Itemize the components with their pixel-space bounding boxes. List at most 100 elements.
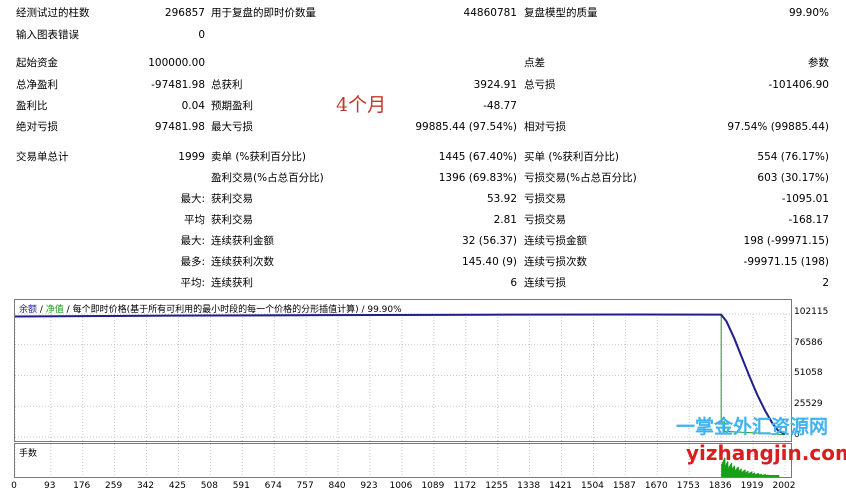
- x-tick-label: 1338: [517, 481, 541, 491]
- watermark-cn: 一掌金外汇资源网: [676, 416, 829, 438]
- expected-payoff-value: -48.77: [483, 100, 517, 112]
- loss-trades-value: 603 (30.17%): [757, 172, 829, 184]
- x-tick-label: 591: [232, 481, 250, 491]
- gross-loss-label: 总亏损: [524, 79, 556, 91]
- row1-2-label: 复盘模型的质量: [524, 7, 598, 19]
- average-profit-label: 获利交易: [211, 214, 253, 226]
- x-tick-label: 1919: [740, 481, 764, 491]
- net-profit-label: 总净盈利: [16, 79, 58, 91]
- input-errors-label: 输入图表错误: [16, 29, 79, 41]
- initial-deposit-label: 起始资金: [16, 57, 58, 69]
- gross-loss-value: -101406.90: [768, 79, 829, 91]
- x-tick-label: 1670: [644, 481, 668, 491]
- average-loss-value: -168.17: [788, 214, 829, 226]
- profit-trades-label: 盈利交易(%占总百分比): [211, 172, 324, 184]
- x-tick-label: 259: [105, 481, 123, 491]
- row1-1-label: 用于复盘的即时价数量: [211, 7, 316, 19]
- avg-cons-losses-label: 连续亏损: [524, 277, 566, 289]
- total-trades-value: 1999: [178, 151, 205, 163]
- largest-loss-label: 亏损交易: [524, 193, 566, 205]
- y-tick-label: 76586: [794, 337, 823, 348]
- y-tick-label: 25529: [794, 399, 823, 410]
- short-positions-label: 卖单 (%获利百分比): [211, 151, 307, 163]
- chart-plot: [15, 313, 791, 441]
- x-tick-label: 1836: [708, 481, 732, 491]
- x-tick-label: 757: [296, 481, 314, 491]
- avg-cons-wins-label: 连续获利: [211, 277, 253, 289]
- gross-profit-label: 总获利: [211, 79, 243, 91]
- avg-cons-wins-prefix: 平均:: [180, 277, 205, 289]
- abs-drawdown-label: 绝对亏损: [16, 121, 58, 133]
- x-tick-label: 674: [264, 481, 282, 491]
- rel-drawdown-value: 97.54% (99885.44): [727, 121, 829, 133]
- x-tick-label: 1504: [581, 481, 604, 491]
- largest-profit-prefix: 最大:: [180, 193, 205, 205]
- watermark-url: yizhangjin.com: [686, 441, 846, 465]
- spread-value: 参数: [808, 57, 829, 69]
- x-tick-label: 1089: [421, 481, 445, 491]
- x-tick-label: 923: [360, 481, 378, 491]
- x-tick-label: 840: [328, 481, 346, 491]
- max-cons-losses-money-value: 198 (-99971.15): [743, 235, 829, 247]
- long-positions-value: 554 (76.17%): [757, 151, 829, 163]
- rel-drawdown-label: 相对亏损: [524, 121, 566, 133]
- largest-loss-value: -1095.01: [781, 193, 829, 205]
- x-tick-label: 342: [136, 481, 155, 491]
- loss-trades-label: 亏损交易(%占总百分比): [524, 172, 637, 184]
- avg-cons-losses-value: 2: [822, 277, 829, 289]
- initial-deposit-value: 100000.00: [148, 57, 205, 69]
- long-positions-label: 买单 (%获利百分比): [524, 151, 620, 163]
- gross-profit-value: 3924.91: [473, 79, 517, 91]
- average-loss-label: 亏损交易: [524, 214, 566, 226]
- spread-label: 点差: [524, 57, 545, 69]
- max-cons-loss-count-label: 连续亏损次数: [524, 256, 587, 268]
- max-cons-wins-money-value: 32 (56.37): [462, 235, 517, 247]
- total-trades-label: 交易单总计: [16, 151, 69, 163]
- max-cons-wins-money-prefix: 最大:: [180, 235, 205, 247]
- input-errors-value: 0: [198, 29, 205, 41]
- x-tick-label: 1006: [389, 481, 413, 491]
- x-tick-label: 1255: [485, 481, 509, 491]
- x-tick-label: 93: [44, 481, 56, 491]
- row1-1-value: 44860781: [463, 7, 517, 19]
- net-profit-value: -97481.98: [151, 79, 205, 91]
- y-tick-label: 102115: [794, 307, 829, 317]
- short-positions-value: 1445 (67.40%): [438, 151, 517, 163]
- lots-plot: [15, 444, 786, 477]
- x-tick-label: 1753: [676, 481, 700, 491]
- profit-factor-label: 盈利比: [16, 100, 48, 112]
- annotation-text: 4个月: [336, 94, 387, 116]
- average-profit-value: 2.81: [493, 214, 517, 226]
- max-drawdown-value: 99885.44 (97.54%): [415, 121, 517, 133]
- max-cons-loss-count-value: -99971.15 (198): [743, 256, 829, 268]
- max-cons-profit-count-prefix: 最多:: [180, 256, 205, 268]
- max-cons-wins-money-label: 连续获利金额: [211, 235, 274, 247]
- max-cons-profit-count-label: 连续获利次数: [211, 256, 274, 268]
- x-tick-label: 1421: [549, 481, 572, 491]
- profit-trades-value: 1396 (69.83%): [438, 172, 517, 184]
- balance-line: [15, 313, 786, 435]
- average-profit-prefix: 平均: [184, 214, 205, 226]
- x-tick-label: 1587: [612, 481, 636, 491]
- largest-profit-value: 53.92: [486, 193, 517, 205]
- row1-2-value: 99.90%: [788, 7, 829, 19]
- row1-0-label: 经测试过的柱数: [16, 7, 90, 19]
- x-tick-label: 508: [200, 481, 218, 491]
- max-cons-losses-money-label: 连续亏损金额: [524, 235, 587, 247]
- max-drawdown-label: 最大亏损: [211, 121, 253, 133]
- largest-profit-label: 获利交易: [211, 193, 253, 205]
- x-tick-label: 0: [11, 481, 17, 491]
- profit-factor-value: 0.04: [181, 100, 205, 112]
- x-tick-label: 1172: [453, 481, 477, 491]
- lot-bar: [777, 475, 780, 477]
- x-tick-label: 176: [73, 481, 91, 491]
- y-tick-label: 51058: [794, 368, 823, 379]
- row1-0-value: 296857: [164, 7, 205, 19]
- abs-drawdown-value: 97481.98: [154, 121, 205, 133]
- lots-chart: 手数: [14, 443, 792, 478]
- expected-payoff-label: 预期盈利: [211, 100, 253, 112]
- equity-line: [15, 313, 786, 436]
- avg-cons-wins-value: 6: [510, 277, 517, 289]
- max-cons-profit-count-value: 145.40 (9): [462, 256, 517, 268]
- x-tick-label: 2002: [772, 481, 796, 491]
